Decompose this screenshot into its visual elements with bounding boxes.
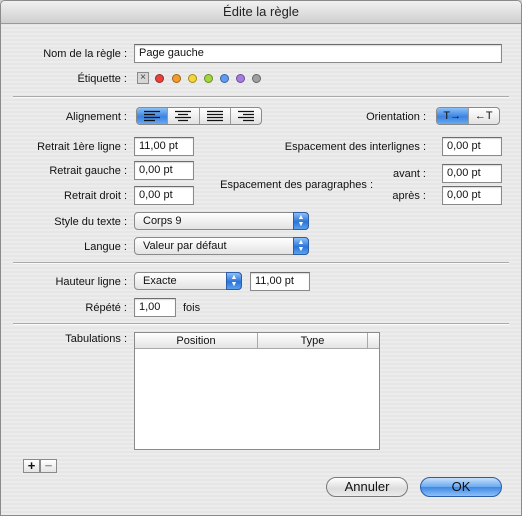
- separator: [13, 323, 509, 325]
- align-left-button[interactable]: [137, 108, 169, 124]
- separator: [13, 96, 509, 98]
- align-justify-button[interactable]: [200, 108, 231, 124]
- para-before-field[interactable]: 0,00 pt: [442, 164, 502, 183]
- repeat-label: Répété :: [85, 302, 127, 314]
- indent-right-field[interactable]: 0,00 pt: [134, 186, 194, 205]
- tag-red-icon[interactable]: [155, 74, 164, 83]
- para-after-label: après :: [392, 190, 426, 202]
- tag-purple-icon[interactable]: [236, 74, 245, 83]
- line-spacing-label: Espacement des interlignes :: [284, 141, 426, 153]
- tag-label: Étiquette :: [77, 73, 127, 85]
- language-label: Langue :: [84, 241, 127, 253]
- para-after-field[interactable]: 0,00 pt: [442, 186, 502, 205]
- tabs-column-position[interactable]: Position: [135, 333, 258, 349]
- indent-left-field[interactable]: 0,00 pt: [134, 161, 194, 180]
- rtl-orientation-icon: ←T: [474, 110, 493, 122]
- line-spacing-field[interactable]: 0,00 pt: [442, 137, 502, 156]
- tag-gray-icon[interactable]: [252, 74, 261, 83]
- window-title: Édite la règle: [1, 1, 521, 24]
- indent-first-field[interactable]: 11,00 pt: [134, 137, 194, 156]
- right-align-icon: [237, 110, 254, 122]
- text-style-label: Style du texte :: [54, 216, 127, 228]
- remove-tab-button[interactable]: −: [40, 459, 57, 473]
- line-height-label: Hauteur ligne :: [55, 276, 127, 288]
- line-height-field[interactable]: 11,00 pt: [250, 272, 310, 291]
- left-align-icon: [144, 110, 161, 122]
- line-height-mode-popup[interactable]: Exacte ▲ ▼: [134, 272, 242, 290]
- tag-blue-icon[interactable]: [220, 74, 229, 83]
- alignment-segmented-control: [136, 107, 262, 125]
- tag-yellow-icon[interactable]: [188, 74, 197, 83]
- indent-right-label: Retrait droit :: [64, 190, 127, 202]
- popup-arrows-icon: ▲ ▼: [226, 272, 242, 290]
- tabs-column-filler: [368, 333, 379, 349]
- tabs-column-type[interactable]: Type: [258, 333, 368, 349]
- align-right-button[interactable]: [231, 108, 261, 124]
- repeat-field[interactable]: 1,00: [134, 298, 176, 317]
- para-before-label: avant :: [392, 168, 426, 180]
- tag-green-icon[interactable]: [204, 74, 213, 83]
- repeat-unit: fois: [183, 302, 201, 314]
- line-height-mode-value: Exacte: [143, 275, 177, 287]
- indent-first-label: Retrait 1ère ligne :: [37, 141, 127, 153]
- popup-arrows-icon: ▲ ▼: [293, 212, 309, 230]
- para-spacing-label: Espacement des paragraphes :: [220, 179, 373, 191]
- popup-arrows-icon: ▲ ▼: [293, 237, 309, 255]
- tag-orange-icon[interactable]: [172, 74, 181, 83]
- ltr-orientation-icon: T→: [443, 110, 462, 122]
- language-value: Valeur par défaut: [143, 240, 227, 252]
- tag-none-icon[interactable]: ×: [137, 72, 149, 84]
- indent-left-label: Retrait gauche :: [49, 165, 127, 177]
- text-style-popup[interactable]: Corps 9 ▲ ▼: [134, 212, 309, 230]
- justify-icon: [206, 110, 223, 122]
- orientation-ltr-button[interactable]: T→: [437, 108, 469, 124]
- tabs-label: Tabulations :: [65, 333, 127, 345]
- orientation-rtl-button[interactable]: ←T: [469, 108, 500, 124]
- separator: [13, 262, 509, 264]
- orientation-label: Orientation :: [366, 111, 426, 123]
- alignment-label: Alignement :: [65, 111, 127, 123]
- center-align-icon: [175, 110, 192, 122]
- text-style-value: Corps 9: [143, 215, 182, 227]
- tabs-table[interactable]: Position Type: [134, 332, 380, 450]
- add-tab-button[interactable]: +: [23, 459, 40, 473]
- ok-button[interactable]: OK: [420, 477, 502, 497]
- language-popup[interactable]: Valeur par défaut ▲ ▼: [134, 237, 309, 255]
- rule-name-label: Nom de la règle :: [43, 48, 127, 60]
- cancel-button[interactable]: Annuler: [326, 477, 408, 497]
- rule-name-field[interactable]: Page gauche: [134, 44, 502, 63]
- orientation-segmented-control: T→ ←T: [436, 107, 500, 125]
- edit-rule-dialog: Édite la règle Nom de la règle : Page ga…: [0, 0, 522, 516]
- align-center-button[interactable]: [168, 108, 200, 124]
